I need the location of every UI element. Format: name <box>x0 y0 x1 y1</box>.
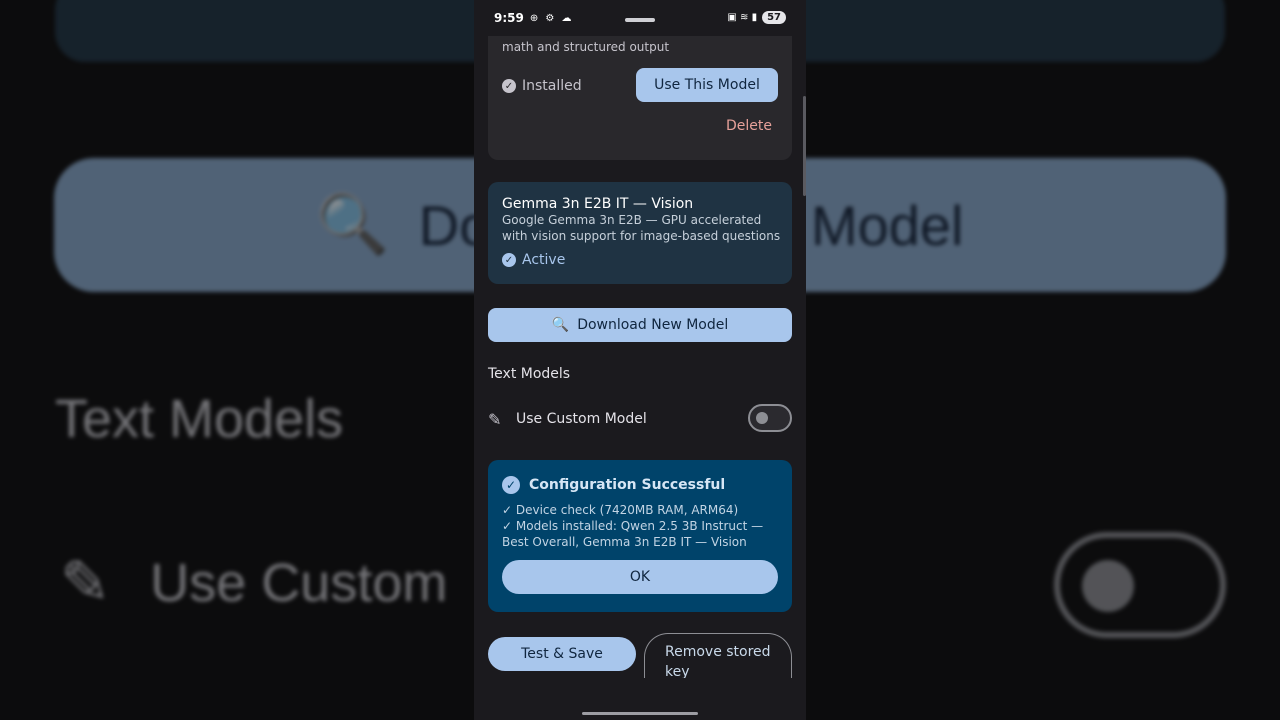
active-model-description: Google Gemma 3n E2B — GPU accelerated wi… <box>502 213 781 243</box>
bg-search-icon: 🔍 <box>316 192 389 257</box>
test-save-button[interactable]: Test & Save <box>488 637 636 671</box>
bg-custom-label: Use Custom <box>150 553 448 613</box>
success-title: ✓ Configuration Successful <box>502 476 725 494</box>
installed-status: ✓ Installed <box>502 78 582 94</box>
text-models-heading: Text Models <box>488 366 571 382</box>
toggle-knob <box>756 412 768 424</box>
use-this-model-button[interactable]: Use This Model <box>636 68 778 102</box>
download-new-model-button[interactable]: 🔍 Download New Model <box>488 308 792 342</box>
bg-toggle <box>1054 532 1226 638</box>
status-system-icons: ▣ ≋ ▮ <box>727 12 758 23</box>
active-model-title: Gemma 3n E2B IT — Vision <box>502 196 694 212</box>
bg-section-title: Text Models <box>55 389 344 449</box>
stage: 🔍 Download New Model Text Models ✎ Use C… <box>0 0 1280 720</box>
active-label: Active <box>522 252 566 268</box>
gesture-handle[interactable] <box>582 712 698 715</box>
bg-pencil-icon: ✎ <box>60 549 111 616</box>
status-right: ▣ ≋ ▮ 57 <box>727 11 786 24</box>
scrollbar[interactable] <box>803 96 806 196</box>
bg-custom-row: ✎ Use Custom <box>60 548 447 618</box>
ok-button[interactable]: OK <box>502 560 778 594</box>
navigation-bar <box>474 678 806 720</box>
success-line-models: ✓ Models installed: Qwen 2.5 3B Instruct… <box>502 519 764 549</box>
check-circle-icon: ✓ <box>502 79 516 93</box>
check-circle-icon: ✓ <box>502 253 516 267</box>
status-bar: 9:59 ⊕ ⚙ ☁ ▣ ≋ ▮ 57 <box>474 0 806 36</box>
success-line-device: ✓ Device check (7420MB RAM, ARM64) <box>502 503 739 517</box>
pencil-icon: ✎ <box>488 409 502 429</box>
active-model-card[interactable]: Gemma 3n E2B IT — Vision Google Gemma 3n… <box>488 182 792 284</box>
camera-pill <box>625 18 655 22</box>
download-label: Download New Model <box>577 317 729 333</box>
model-description: math and structured output <box>502 40 670 54</box>
use-custom-model-row: ✎ Use Custom Model <box>488 404 792 432</box>
check-circle-icon: ✓ <box>502 476 520 494</box>
phone-screen: 9:59 ⊕ ⚙ ☁ ▣ ≋ ▮ 57 math and structured … <box>474 0 806 720</box>
delete-button[interactable]: Delete <box>726 118 772 134</box>
bg-toggle-knob <box>1082 560 1134 612</box>
custom-model-label: Use Custom Model <box>516 411 647 427</box>
battery-icon: 57 <box>762 11 786 24</box>
status-notification-icons: ⊕ ⚙ ☁ <box>529 12 574 24</box>
success-details: ✓ Device check (7420MB RAM, ARM64) ✓ Mod… <box>502 502 782 550</box>
search-icon: 🔍 <box>551 317 570 333</box>
success-title-text: Configuration Successful <box>529 477 726 493</box>
custom-model-toggle[interactable] <box>748 404 792 432</box>
configuration-success-card: ✓ Configuration Successful ✓ Device chec… <box>488 460 792 612</box>
status-time: 9:59 <box>494 11 524 25</box>
active-status: ✓ Active <box>502 252 565 268</box>
installed-label: Installed <box>522 78 582 94</box>
